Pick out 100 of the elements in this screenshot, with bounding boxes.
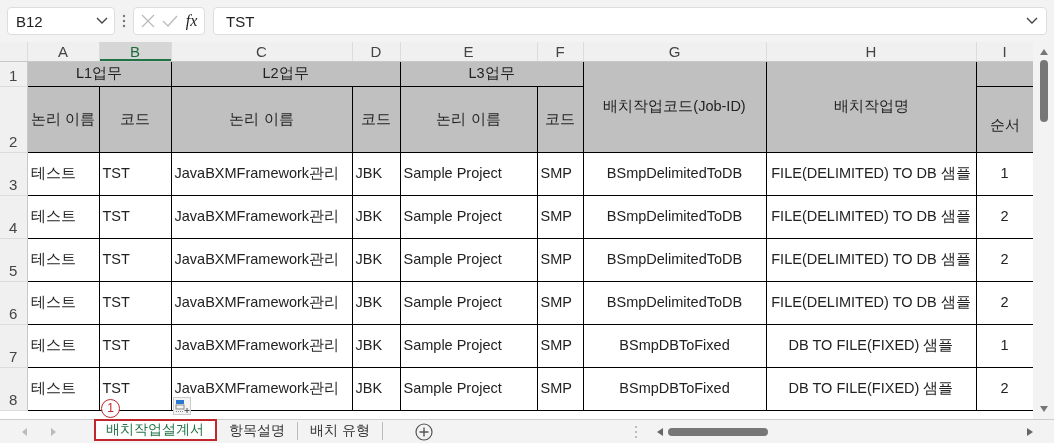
table-cell: JavaBXMFramework관리: [171, 195, 352, 238]
formula-field[interactable]: TST: [213, 7, 1047, 35]
table-header: 코드: [537, 86, 583, 152]
table-cell: SMP: [537, 281, 583, 324]
table-cell: 2: [976, 367, 1033, 410]
paste-options-icon[interactable]: [173, 397, 191, 415]
table-header: 논리 이름: [400, 86, 537, 152]
table-cell: SMP: [537, 152, 583, 195]
table-cell: FILE(DELIMITED) TO DB 샘플: [766, 152, 976, 195]
column-header[interactable]: F: [537, 42, 583, 61]
table-cell: JavaBXMFramework관리: [171, 152, 352, 195]
table-cell: TST: [99, 281, 171, 324]
table-cell: FILE(DELIMITED) TO DB 샘플: [766, 238, 976, 281]
table-header: L1업무: [27, 61, 171, 86]
sheet-tab[interactable]: 배치 유형: [298, 422, 383, 440]
table-cell: JBK: [352, 238, 400, 281]
scrollbar-thumb[interactable]: [668, 427, 768, 436]
table-cell: TST: [99, 238, 171, 281]
column-header[interactable]: B: [99, 42, 171, 61]
table-header: L2업무: [171, 61, 400, 86]
scroll-up-icon[interactable]: [1038, 48, 1049, 56]
table-cell: Sample Project: [400, 281, 537, 324]
table-header: 논리 이름: [171, 86, 352, 152]
table-header: 코드: [352, 86, 400, 152]
table-cell: 2: [976, 238, 1033, 281]
expand-icon[interactable]: [1026, 17, 1038, 25]
table-cell: JavaBXMFramework관리: [171, 367, 352, 410]
table-header: 코드: [99, 86, 171, 152]
row-header[interactable]: 7: [0, 324, 27, 367]
table-header: 논리 이름: [27, 86, 99, 152]
table-cell: 1: [976, 152, 1033, 195]
row-header[interactable]: 2: [0, 86, 27, 152]
column-header[interactable]: E: [400, 42, 537, 61]
table-cell: JBK: [352, 281, 400, 324]
dropdown-icon: [96, 17, 108, 25]
table-cell: TST: [99, 324, 171, 367]
table-cell: JBK: [352, 152, 400, 195]
column-header[interactable]: H: [766, 42, 976, 61]
table-cell: 2: [976, 281, 1033, 324]
table-cell: Sample Project: [400, 195, 537, 238]
table-cell: JavaBXMFramework관리: [171, 238, 352, 281]
table-cell: SMP: [537, 238, 583, 281]
table-cell: 테스트: [27, 238, 99, 281]
table-cell: JBK: [352, 324, 400, 367]
scroll-down-icon[interactable]: [1038, 405, 1049, 413]
scroll-left-icon[interactable]: [656, 426, 664, 437]
table-cell: JavaBXMFramework관리: [171, 281, 352, 324]
table-cell: BSmpDBToFixed: [583, 367, 766, 410]
table-cell: FILE(DELIMITED) TO DB 샘플: [766, 195, 976, 238]
add-sheet-icon[interactable]: [414, 422, 433, 441]
row-header[interactable]: 4: [0, 195, 27, 238]
table-cell: 테스트: [27, 195, 99, 238]
column-header[interactable]: D: [352, 42, 400, 61]
table-cell: Sample Project: [400, 367, 537, 410]
table-cell: 테스트: [27, 281, 99, 324]
table-cell: JBK: [352, 195, 400, 238]
row-header[interactable]: 5: [0, 238, 27, 281]
row-header[interactable]: 6: [0, 281, 27, 324]
table-cell: JavaBXMFramework관리: [171, 324, 352, 367]
table-cell: JBK: [352, 367, 400, 410]
table-cell: BSmpDelimitedToDB: [583, 152, 766, 195]
table-header: 배치작업코드(Job-ID): [583, 61, 766, 152]
column-header[interactable]: I: [976, 42, 1033, 61]
row-header[interactable]: 3: [0, 152, 27, 195]
name-box[interactable]: B12: [7, 7, 115, 35]
table-cell: BSmpDBToFixed: [583, 324, 766, 367]
check-icon[interactable]: [162, 15, 179, 27]
column-header[interactable]: C: [171, 42, 352, 61]
row-header[interactable]: 8: [0, 367, 27, 410]
table-cell: DB TO FILE(FIXED) 샘플: [766, 367, 976, 410]
table-cell: 테스트: [27, 152, 99, 195]
table-cell: DB TO FILE(FIXED) 샘플: [766, 324, 976, 367]
row-header[interactable]: 1: [0, 61, 27, 86]
table-cell: BSmpDelimitedToDB: [583, 281, 766, 324]
table-header: 순서: [976, 86, 1033, 152]
table-cell: FILE(DELIMITED) TO DB 샘플: [766, 281, 976, 324]
table-cell: Sample Project: [400, 238, 537, 281]
table-cell: TST: [99, 152, 171, 195]
table-cell: BSmpDelimitedToDB: [583, 238, 766, 281]
table-cell: SMP: [537, 367, 583, 410]
table-cell: Sample Project: [400, 152, 537, 195]
table-header: 배치작업명: [766, 61, 976, 152]
sheet-tab[interactable]: 배치작업설계서: [94, 419, 217, 441]
table-cell: 테스트: [27, 324, 99, 367]
table-cell: 1: [976, 324, 1033, 367]
column-header[interactable]: A: [27, 42, 99, 61]
table-cell: TST: [99, 195, 171, 238]
table-cell: SMP: [537, 195, 583, 238]
table-cell: Sample Project: [400, 324, 537, 367]
function-button[interactable]: fx: [185, 12, 198, 30]
scrollbar-thumb[interactable]: [1039, 60, 1048, 122]
table-header: L3업무: [400, 61, 583, 86]
more-icon[interactable]: [122, 14, 126, 28]
column-header[interactable]: G: [583, 42, 766, 61]
table-cell: SMP: [537, 324, 583, 367]
sheet-tab[interactable]: 항목설명: [217, 422, 298, 440]
table-cell: BSmpDelimitedToDB: [583, 195, 766, 238]
table-cell: 2: [976, 195, 1033, 238]
table-cell: 테스트: [27, 367, 99, 410]
scroll-right-icon[interactable]: [1026, 426, 1034, 437]
